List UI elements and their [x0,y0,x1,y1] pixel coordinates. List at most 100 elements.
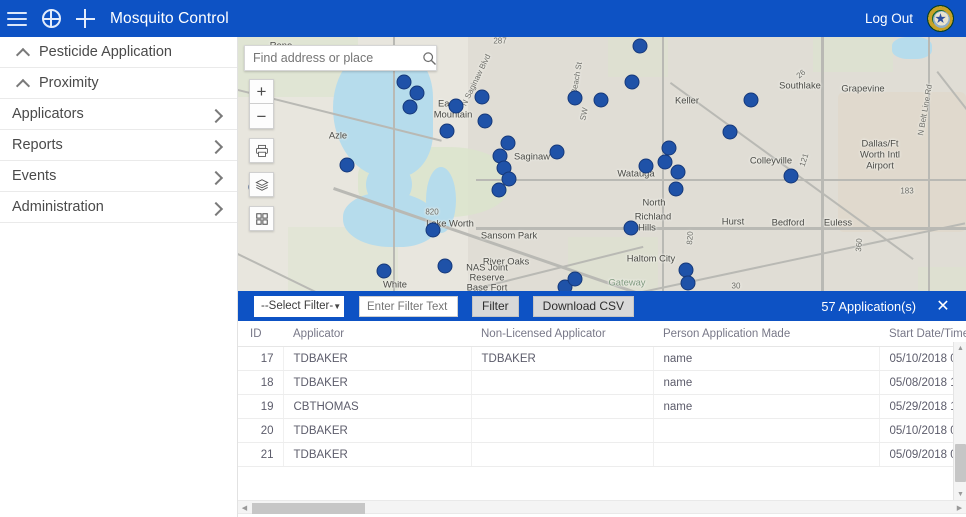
map-marker[interactable] [783,168,799,184]
map-marker[interactable] [638,158,654,174]
map-marker[interactable] [477,113,493,129]
sidebar-item-applicators[interactable]: Applicators [0,99,237,130]
filter-text-input[interactable] [360,297,457,316]
cell-applicator: TDBAKER [282,442,471,467]
column-header-applicator[interactable]: Applicator [283,321,471,347]
sidebar-item-label: Applicators [12,106,84,122]
menu-button[interactable] [0,0,34,37]
map-marker[interactable] [376,263,392,279]
map-controls: + − [249,79,274,231]
map-marker[interactable] [339,157,355,173]
cell-id: 20 [238,418,283,443]
print-button[interactable] [249,138,274,163]
map-marker[interactable] [567,90,583,106]
map-canvas[interactable]: Reno Azle Eagle Mountain Lake Worth Sans… [238,37,966,291]
results-toolbar: --Select Filter- ▼ Filter Download CSV 5… [238,291,966,321]
chevron-right-icon [210,201,223,214]
app-header: Mosquito Control Log Out [0,0,966,37]
map-marker[interactable] [437,258,453,274]
cell-non-licensed-applicator [470,418,653,443]
download-csv-button[interactable]: Download CSV [532,295,635,317]
plus-icon [75,9,95,28]
chevron-right-icon [210,170,223,183]
sidebar-item-label: Proximity [39,75,99,91]
map-marker[interactable] [657,154,673,170]
map-marker[interactable] [567,271,583,287]
cell-id: 21 [238,442,283,467]
scroll-up-icon[interactable]: ▲ [954,342,966,354]
vertical-scroll-thumb[interactable] [955,444,966,482]
horizontal-scroll-thumb[interactable] [252,502,365,514]
map-marker[interactable] [439,123,455,139]
sidebar-item-events[interactable]: Events [0,161,237,192]
scroll-down-icon[interactable]: ▼ [954,488,966,500]
close-icon[interactable]: ✕ [930,293,956,319]
cell-id: 19 [238,394,283,419]
hamburger-icon [7,11,27,26]
cell-non-licensed-applicator [470,370,653,395]
map-marker[interactable] [668,181,684,197]
sidebar-item-reports[interactable]: Reports [0,130,237,161]
select-filter-dropdown[interactable]: --Select Filter- ▼ [254,295,344,317]
cell-person-application-made [652,418,879,443]
cell-id: 18 [238,370,283,395]
search-input[interactable] [245,51,422,65]
results-panel: --Select Filter- ▼ Filter Download CSV 5… [238,291,966,517]
chevron-right-icon [210,108,223,121]
locate-button[interactable] [34,0,68,37]
map-marker[interactable] [402,99,418,115]
basemap-gallery-button[interactable] [249,206,274,231]
add-button[interactable] [68,0,102,37]
zoom-in-button[interactable]: + [249,79,274,104]
cell-person-application-made: name [652,394,879,419]
map-marker[interactable] [396,74,412,90]
table-vertical-scrollbar[interactable]: ▲ ▼ [953,342,966,500]
header-right: Log Out [851,5,966,32]
zoom-out-button[interactable]: − [249,104,274,129]
map-marker[interactable] [491,182,507,198]
map-search-box[interactable] [244,45,437,71]
logout-button[interactable]: Log Out [851,11,927,26]
table-row[interactable]: 21 TDBAKER 05/09/2018 01: [238,442,966,467]
table-row[interactable]: 19 CBTHOMAS name 05/29/2018 10: [238,394,966,419]
map-marker[interactable] [722,124,738,140]
filter-text-field[interactable] [359,295,458,317]
application-count-label: 57 Application(s) [821,298,916,314]
results-table: ID Applicator Non-Licensed Applicator Pe… [238,321,966,467]
table-row[interactable]: 17 TDBAKER TDBAKER name 05/10/2018 09: [238,346,966,371]
layers-button[interactable] [249,172,274,197]
layers-icon [254,178,269,191]
map-marker[interactable] [409,85,425,101]
map-marker[interactable] [743,92,759,108]
table-row[interactable]: 18 TDBAKER name 05/08/2018 10: [238,370,966,395]
table-horizontal-scrollbar[interactable]: ◀ ▶ [238,500,966,514]
printer-icon [255,144,268,157]
column-header-id[interactable]: ID [238,321,283,347]
filter-button[interactable]: Filter [472,295,519,317]
sidebar: Pesticide Application Proximity Applicat… [0,37,238,517]
map-marker[interactable] [549,144,565,160]
sidebar-item-label: Administration [12,199,104,215]
map-marker[interactable] [474,89,490,105]
sidebar-item-pesticide-application[interactable]: Pesticide Application [0,37,237,68]
chevron-up-icon [16,46,29,59]
sidebar-item-label: Pesticide Application [39,44,172,60]
scroll-left-icon[interactable]: ◀ [238,501,251,514]
map-marker[interactable] [670,164,686,180]
map-marker[interactable] [593,92,609,108]
search-icon[interactable] [422,51,437,66]
cell-applicator: CBTHOMAS [282,394,471,419]
scroll-right-icon[interactable]: ▶ [953,501,966,514]
map-marker[interactable] [448,98,464,114]
map-marker[interactable] [623,220,639,236]
map-marker[interactable] [632,38,648,54]
map-marker[interactable] [661,140,677,156]
table-row[interactable]: 20 TDBAKER 05/10/2018 01: [238,418,966,443]
map-marker[interactable] [680,275,696,291]
sidebar-item-administration[interactable]: Administration [0,192,237,223]
sidebar-item-proximity[interactable]: Proximity [0,68,237,99]
column-header-non-licensed-applicator[interactable]: Non-Licensed Applicator [471,321,653,347]
map-marker[interactable] [425,222,441,238]
column-header-person-application-made[interactable]: Person Application Made [653,321,879,347]
map-marker[interactable] [624,74,640,90]
